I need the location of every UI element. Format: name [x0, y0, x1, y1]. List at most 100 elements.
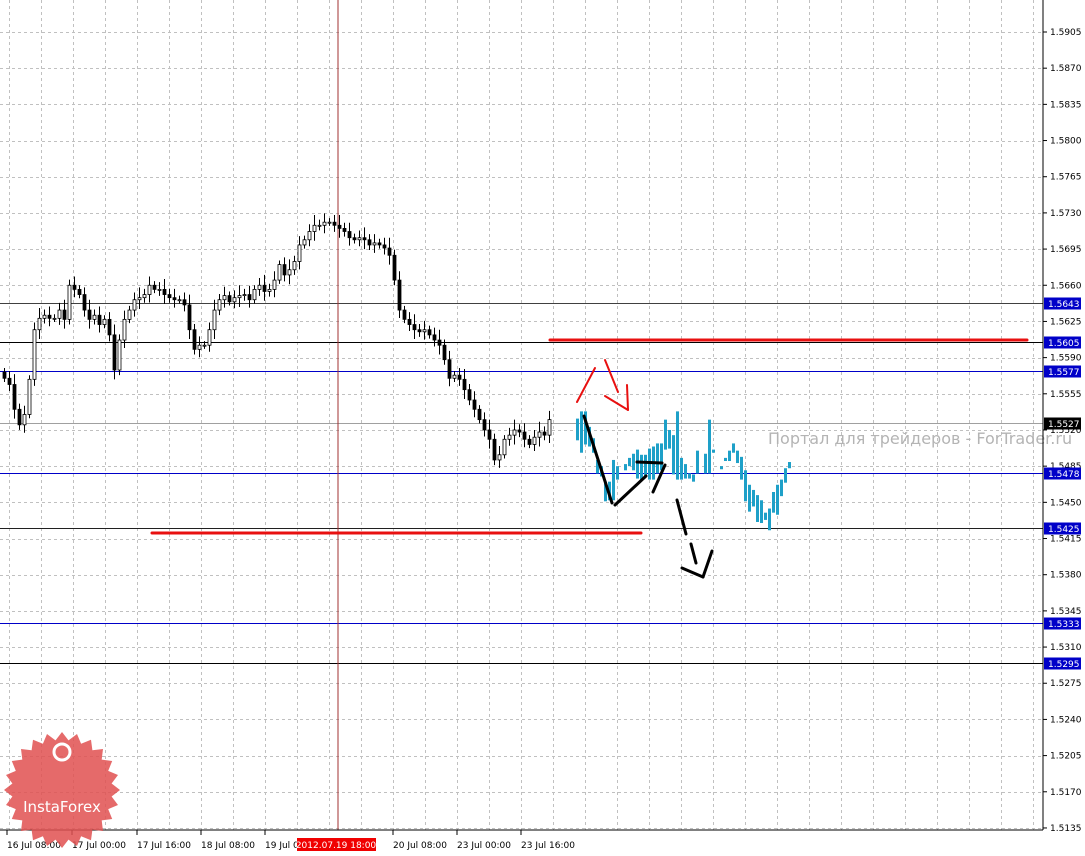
- forecast-bars: [576, 411, 791, 531]
- crosshair-time-label: 2012.07.19 18:00: [296, 838, 376, 851]
- candle: [377, 242, 382, 246]
- candle: [417, 329, 422, 333]
- forecast-bar: [784, 468, 787, 483]
- svg-text:InstaForex: InstaForex: [23, 798, 101, 816]
- candle: [102, 318, 107, 325]
- candle: [437, 339, 442, 346]
- price-tick-label: 1.5905: [1050, 28, 1082, 38]
- time-tick-label: 17 Jul 16:00: [137, 841, 191, 851]
- candle: [212, 309, 217, 331]
- instaforex-logo: InstaForex: [4, 732, 120, 848]
- forecast-bar: [744, 470, 747, 502]
- candle: [222, 295, 227, 301]
- candle: [277, 264, 282, 281]
- price-tick-label: 1.5695: [1050, 245, 1082, 255]
- candle: [462, 378, 467, 391]
- price-tick-label: 1.5170: [1050, 788, 1082, 798]
- time-tick-label: 17 Jul 00:00: [72, 841, 126, 851]
- candle: [522, 431, 527, 440]
- candle: [72, 284, 77, 290]
- forecast-bar: [576, 418, 579, 441]
- price-tick-label: 1.5870: [1050, 64, 1082, 74]
- candle: [467, 389, 472, 401]
- level-label: 1.5295: [1048, 660, 1080, 670]
- price-tick-label: 1.5450: [1050, 498, 1082, 508]
- candle: [197, 344, 202, 350]
- drawings[interactable]: [150, 338, 1029, 579]
- forecast-bar: [656, 443, 659, 474]
- candle: [327, 221, 332, 224]
- forecast-bar: [748, 484, 751, 512]
- candle: [487, 429, 492, 440]
- candle: [12, 384, 17, 410]
- candle: [237, 295, 242, 299]
- candle: [512, 429, 517, 436]
- candle: [427, 329, 432, 336]
- candle: [432, 334, 437, 341]
- candle: [67, 284, 72, 320]
- candle: [112, 334, 117, 371]
- candle: [247, 294, 252, 301]
- forecast-bar: [612, 459, 615, 501]
- candle: [132, 299, 137, 311]
- candle: [507, 434, 512, 440]
- forecast-bar: [776, 484, 779, 515]
- forecast-bar: [636, 449, 639, 479]
- forecast-bar: [664, 419, 667, 450]
- level-label: 1.5478: [1048, 470, 1080, 480]
- candle: [397, 279, 402, 311]
- candle: [292, 261, 297, 271]
- forecast-bar: [724, 457, 727, 461]
- forecast-bar: [672, 435, 675, 475]
- candle: [352, 237, 357, 241]
- time-axis[interactable]: 16 Jul 08:00 17 Jul 00:00 17 Jul 16:00 18 J…: [6, 830, 575, 851]
- forecast-bar: [688, 473, 691, 479]
- candle: [162, 288, 167, 295]
- candle: [52, 317, 57, 320]
- candle: [287, 269, 292, 276]
- candle: [157, 288, 162, 291]
- candle: [517, 429, 522, 433]
- candle: [307, 231, 312, 241]
- forecast-bar: [624, 464, 627, 471]
- forecast-bar: [760, 500, 763, 524]
- price-chart[interactable]: Портал для трейдеров - ForTrader.ru 1.59…: [0, 0, 1085, 856]
- time-tick-label: 18 Jul 08:00: [201, 841, 255, 851]
- candle: [37, 317, 42, 331]
- candle: [97, 314, 102, 325]
- forecast-bar: [648, 448, 651, 480]
- candle: [77, 288, 82, 295]
- watermark-text: Портал для трейдеров - ForTrader.ru: [768, 429, 1072, 448]
- red-arrow-up[interactable]: [576, 359, 629, 411]
- candle: [7, 377, 12, 385]
- candle: [172, 297, 177, 301]
- candle: [387, 247, 392, 256]
- candle: [347, 231, 352, 239]
- candle: [477, 408, 482, 421]
- candle: [182, 299, 187, 306]
- candle: [87, 309, 92, 320]
- candle: [372, 242, 377, 246]
- level-label: 1.5605: [1048, 339, 1080, 349]
- candle: [22, 414, 27, 426]
- time-tick-label: 23 Jul 16:00: [521, 841, 575, 851]
- candle: [32, 329, 37, 380]
- candle: [117, 339, 122, 371]
- price-tick-label: 1.5345: [1050, 607, 1082, 617]
- candle: [422, 329, 427, 333]
- candle: [57, 309, 62, 319]
- price-tick-label: 1.5310: [1050, 643, 1082, 653]
- forecast-bar: [772, 492, 775, 513]
- forecast-bar: [628, 457, 631, 467]
- forecast-bar: [732, 443, 735, 453]
- black-wave-lines[interactable]: [582, 414, 714, 579]
- forecast-bar: [616, 466, 619, 480]
- candle: [282, 264, 287, 276]
- candle: [407, 318, 412, 325]
- candle: [262, 284, 267, 292]
- candle: [317, 224, 322, 227]
- time-tick-label: 20 Jul 08:00: [393, 841, 447, 851]
- price-tick-label: 1.5835: [1050, 100, 1082, 110]
- forecast-bar: [580, 411, 583, 453]
- forecast-bar: [768, 508, 771, 531]
